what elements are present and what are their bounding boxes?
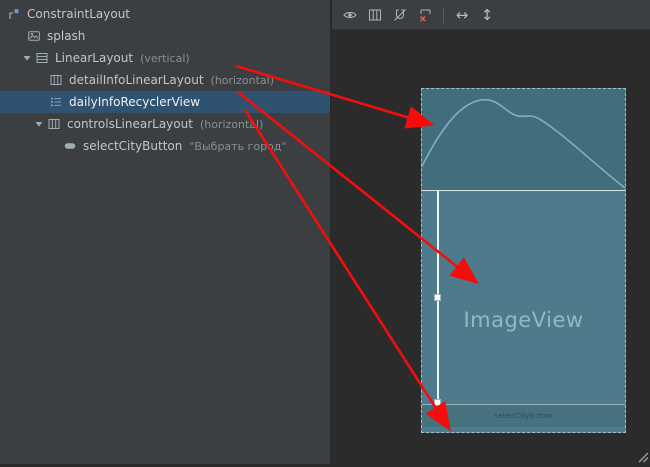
design-toolbar: ↔ ↕: [332, 0, 650, 30]
tree-item-suffix: (horizontal): [211, 74, 274, 87]
autoconnect-off-icon[interactable]: [391, 6, 409, 24]
tree-item-suffix: (vertical): [140, 52, 190, 65]
imageview-label: ImageView: [463, 308, 583, 332]
resize-grip-icon[interactable]: [633, 447, 649, 463]
expand-horizontal-icon[interactable]: ↔: [453, 6, 471, 24]
chart-curve: [422, 89, 625, 190]
device-preview[interactable]: ImageView selectCityButton: [421, 88, 626, 433]
tree-item-splash[interactable]: splash: [0, 25, 330, 47]
tree-item-controlslinearlayout[interactable]: controlsLinearLayout (horizontal): [0, 113, 330, 135]
tree-item-linearlayout[interactable]: LinearLayout (vertical): [0, 47, 330, 69]
tree-item-dailyinforecyclerview[interactable]: dailyInfoRecyclerView: [0, 91, 330, 113]
tree-item-label: dailyInfoRecyclerView: [69, 95, 200, 109]
tree-item-label: controlsLinearLayout: [67, 117, 193, 131]
tree-item-label: splash: [47, 29, 85, 43]
toolbar-separator: [443, 7, 444, 23]
tree-item-label: ConstraintLayout: [27, 7, 130, 21]
resize-handle[interactable]: [434, 399, 441, 406]
select-city-button[interactable]: selectCityButton: [495, 412, 553, 420]
chevron-down-icon[interactable]: [20, 51, 34, 65]
recycler-view-icon: [48, 95, 64, 109]
expand-vertical-icon[interactable]: ↕: [478, 6, 496, 24]
linear-layout-horizontal-icon: [46, 117, 62, 131]
constraint-layout-icon: [6, 7, 22, 21]
controls-area[interactable]: selectCityButton: [422, 404, 625, 427]
tree-item-selectcitybutton[interactable]: selectCityButton "Выбрать город": [0, 135, 330, 157]
design-surface-icon[interactable]: [366, 6, 384, 24]
tree-item-label: LinearLayout: [55, 51, 133, 65]
detail-info-area[interactable]: [422, 89, 625, 191]
button-icon: [62, 139, 78, 153]
linear-layout-horizontal-icon: [48, 73, 64, 87]
component-tree-panel: ConstraintLayout splash LinearLayout (ve…: [0, 0, 331, 464]
tree-item-suffix: (horizontal): [200, 118, 263, 131]
chevron-down-icon[interactable]: [32, 117, 46, 131]
tree-item-label: detailInfoLinearLayout: [69, 73, 204, 87]
tree-item-label: selectCityButton: [83, 139, 182, 153]
resize-handle[interactable]: [434, 294, 441, 301]
visibility-icon[interactable]: [341, 6, 359, 24]
clear-constraints-icon[interactable]: [416, 6, 434, 24]
image-icon: [26, 29, 42, 43]
tree-item-suffix: "Выбрать город": [189, 140, 286, 153]
imageview-area[interactable]: ImageView: [422, 191, 625, 404]
tree-item-constraintlayout[interactable]: ConstraintLayout: [0, 3, 330, 25]
tree-item-detailinfolinearlayout[interactable]: detailInfoLinearLayout (horizontal): [0, 69, 330, 91]
linear-layout-vertical-icon: [34, 51, 50, 65]
